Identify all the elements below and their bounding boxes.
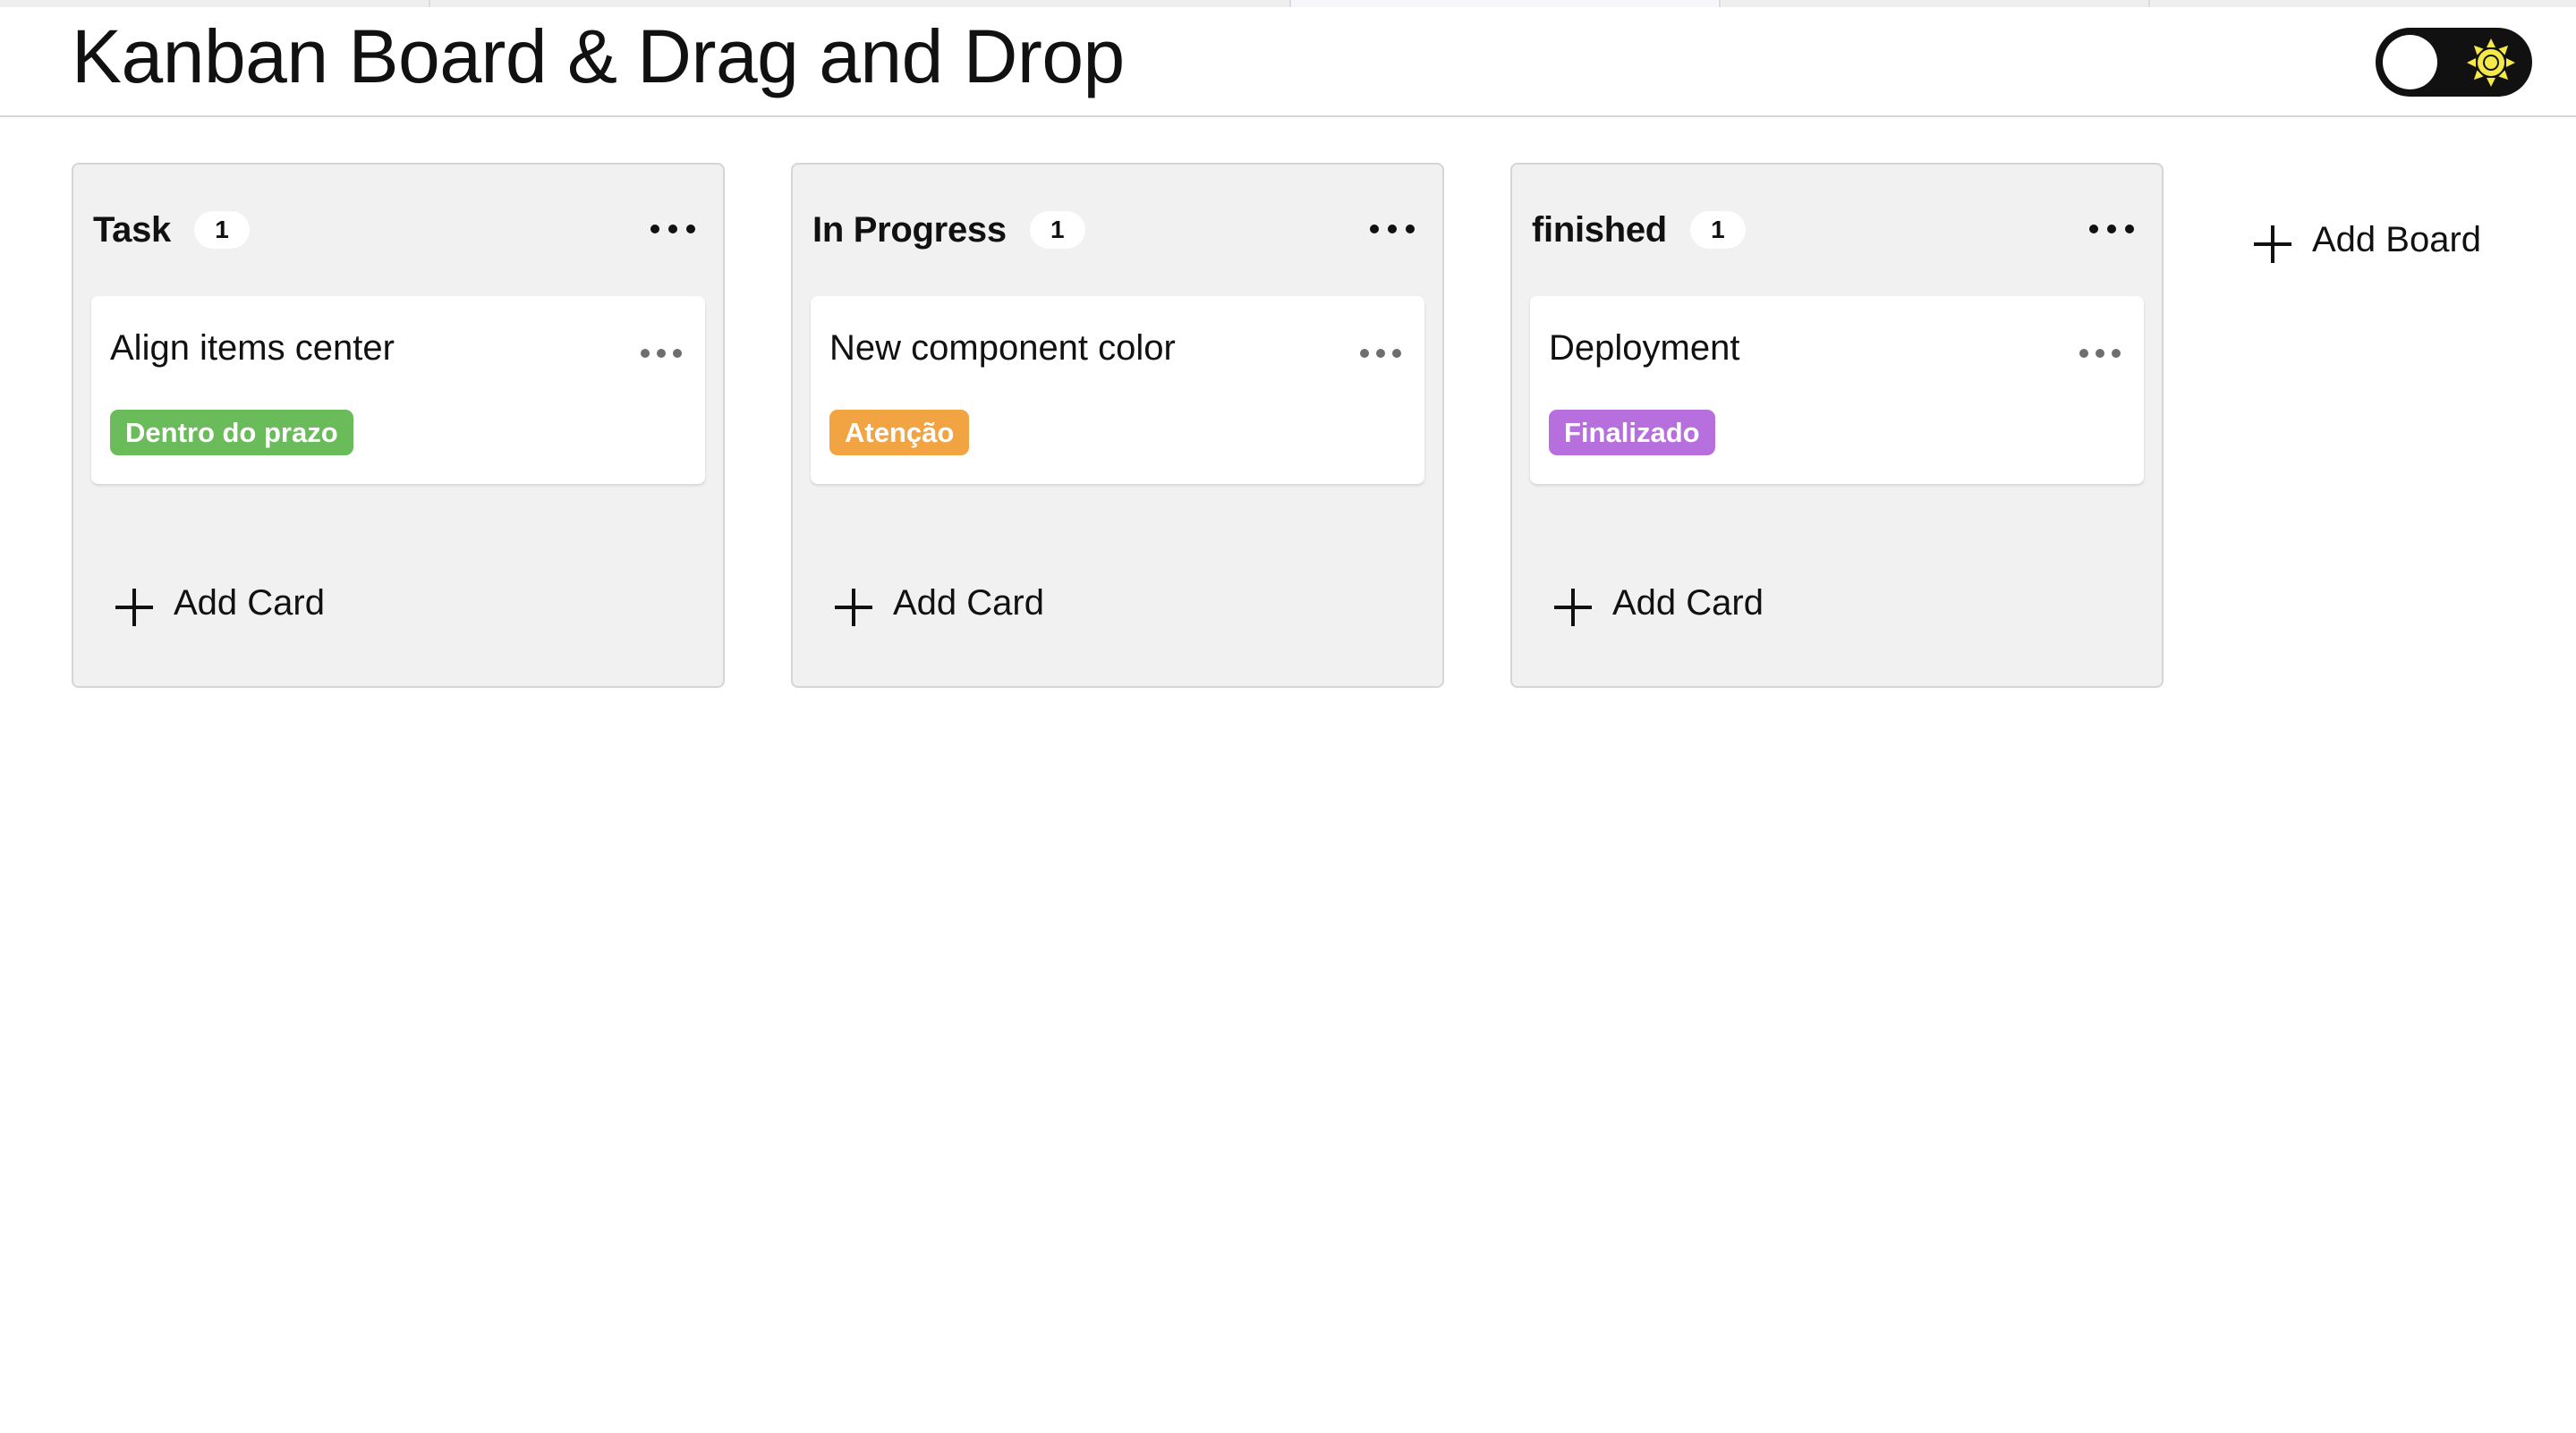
sun-icon — [2467, 38, 2515, 87]
board-in-progress: In Progress 1 New component color Atençã… — [791, 163, 1444, 688]
board-title: Task — [93, 209, 172, 250]
app-header: Kanban Board & Drag and Drop — [0, 0, 2576, 117]
board-count-badge: 1 — [1689, 211, 1746, 249]
add-board-button[interactable]: Add Board — [2251, 213, 2481, 267]
board-menu-icon[interactable] — [646, 215, 700, 243]
kanban-card[interactable]: Deployment Finalizado — [1530, 296, 2144, 484]
board-task: Task 1 Align items center Dentro do praz… — [72, 163, 725, 688]
plus-icon — [835, 589, 872, 626]
board-title: finished — [1532, 209, 1667, 250]
add-card-label: Add Card — [174, 582, 325, 623]
card-menu-icon[interactable] — [637, 343, 685, 364]
board-menu-icon[interactable] — [1365, 215, 1419, 243]
page-title: Kanban Board & Drag and Drop — [72, 14, 1125, 98]
card-status-tag: Finalizado — [1549, 410, 1715, 455]
card-title: New component color — [829, 328, 1176, 368]
plus-icon — [1554, 589, 1592, 626]
board-count-badge: 1 — [1029, 211, 1085, 249]
board-count-badge: 1 — [194, 211, 251, 249]
add-card-button[interactable]: Add Card — [113, 576, 325, 630]
add-card-button[interactable]: Add Card — [832, 576, 1044, 630]
kanban-card[interactable]: Align items center Dentro do prazo — [91, 296, 705, 484]
card-menu-icon[interactable] — [1356, 343, 1405, 364]
toggle-knob — [2383, 35, 2437, 89]
theme-toggle[interactable] — [2376, 28, 2532, 97]
add-card-label: Add Card — [1612, 582, 1764, 623]
board-finished: finished 1 Deployment Finalizado Add Car… — [1510, 163, 2164, 688]
board-menu-icon[interactable] — [2085, 215, 2138, 243]
add-card-button[interactable]: Add Card — [1552, 576, 1764, 630]
card-menu-icon[interactable] — [2076, 343, 2124, 364]
card-status-tag: Dentro do prazo — [110, 410, 353, 455]
kanban-card[interactable]: New component color Atenção — [811, 296, 1424, 484]
card-title: Align items center — [110, 328, 395, 368]
plus-icon — [2254, 225, 2291, 263]
add-board-label: Add Board — [2312, 219, 2482, 259]
plus-icon — [115, 589, 153, 626]
add-card-label: Add Card — [893, 582, 1044, 623]
board-title: In Progress — [812, 209, 1007, 250]
card-title: Deployment — [1549, 328, 1740, 368]
board-header: In Progress 1 — [812, 199, 1423, 261]
board-header: finished 1 — [1532, 199, 2142, 261]
board-header: Task 1 — [93, 199, 703, 261]
card-status-tag: Atenção — [829, 410, 970, 455]
